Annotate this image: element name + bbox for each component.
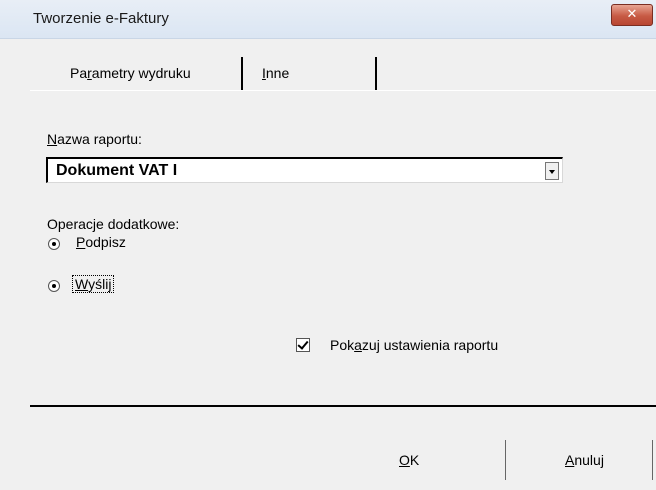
tab-label: Inne xyxy=(262,65,290,81)
window-title: Tworzenie e-Faktury xyxy=(33,10,169,27)
close-icon: ✕ xyxy=(626,7,638,22)
show-settings-label: Pokazuj ustawienia raportu xyxy=(330,337,499,353)
report-name-select[interactable]: Dokument VAT I xyxy=(46,157,563,183)
dropdown-button[interactable] xyxy=(545,162,559,180)
tab-parametry-wydruku[interactable]: Parametry wydruku xyxy=(51,57,243,90)
tab-label: Parametry wydruku xyxy=(70,65,191,81)
operations-label: Operacje dodatkowe: xyxy=(47,216,180,232)
show-settings-checkbox[interactable] xyxy=(296,338,310,352)
radio-wyslij-label: Wyślij xyxy=(72,275,115,293)
report-name-value: Dokument VAT I xyxy=(56,162,178,179)
close-button[interactable]: ✕ xyxy=(611,4,653,26)
report-name-label: Nazwa raportu: xyxy=(47,131,142,147)
cancel-label: Anuluj xyxy=(565,452,604,468)
radio-wyslij[interactable] xyxy=(48,280,60,292)
title-bar: Tworzenie e-Faktury ✕ xyxy=(0,0,656,39)
tab-inne[interactable]: Inne xyxy=(245,57,377,90)
ok-label: OK xyxy=(399,452,420,468)
radio-podpisz-label: Podpisz xyxy=(76,234,126,250)
radio-podpisz[interactable] xyxy=(48,238,60,250)
cancel-button[interactable]: Anuluj xyxy=(507,440,653,480)
dialog-window: Tworzenie e-Faktury ✕ Parametry wydruku … xyxy=(0,0,656,490)
ok-button[interactable]: OK xyxy=(365,440,506,480)
chevron-down-icon xyxy=(549,170,555,174)
